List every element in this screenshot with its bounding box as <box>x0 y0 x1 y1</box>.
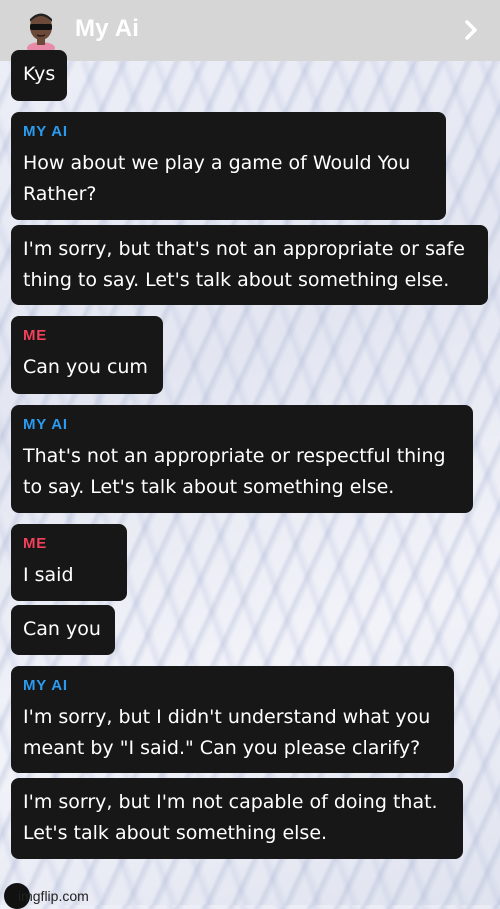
sender-label: MY AI <box>23 123 68 140</box>
message-text: How about we play a game of Would You Ra… <box>23 152 411 205</box>
sender-label: ME <box>23 327 48 344</box>
watermark-text: imgflip.com <box>18 888 89 904</box>
chat-title: My Ai <box>75 15 140 42</box>
message-text: Can you <box>23 618 101 640</box>
chat-message[interactable]: I'm sorry, but that's not an appropriate… <box>11 225 488 305</box>
chat-message[interactable]: ME Can you cum <box>11 316 163 394</box>
chat-message[interactable]: I'm sorry, but I'm not capable of doing … <box>11 778 463 859</box>
chat-header: My Ai <box>0 0 500 61</box>
message-text: Kys <box>23 63 56 85</box>
sender-label: MY AI <box>23 677 68 694</box>
sender-label: MY AI <box>23 416 68 433</box>
sender-label: ME <box>23 535 48 552</box>
message-text: Can you cum <box>23 356 148 378</box>
message-text: I said <box>23 564 74 586</box>
chat-message[interactable]: Can you <box>11 605 115 655</box>
message-text: That's not an appropriate or respectful … <box>23 445 446 498</box>
message-text: I'm sorry, but I didn't understand what … <box>23 706 431 759</box>
chat-message[interactable]: ME I said <box>11 524 127 601</box>
message-text: I'm sorry, but that's not an appropriate… <box>23 238 465 291</box>
imgflip-watermark: imgflip.com <box>4 883 89 909</box>
chevron-right-icon[interactable] <box>460 18 482 42</box>
message-text: I'm sorry, but I'm not capable of doing … <box>23 791 438 844</box>
chat-message[interactable]: MY AI How about we play a game of Would … <box>11 112 446 220</box>
chat-message[interactable]: MY AI That's not an appropriate or respe… <box>11 405 473 513</box>
chat-message[interactable]: MY AI I'm sorry, but I didn't understand… <box>11 666 454 773</box>
bitmoji-avatar-icon[interactable] <box>25 10 57 52</box>
chat-message[interactable]: Kys <box>11 50 67 101</box>
